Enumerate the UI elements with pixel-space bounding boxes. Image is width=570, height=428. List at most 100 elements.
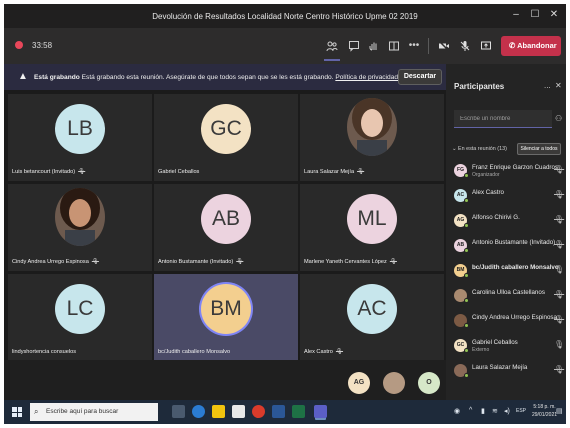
video-tile[interactable]: Cindy Andrea Urrego Espinosa 🎙︎ (8, 184, 152, 271)
taskbar-search[interactable]: ⌕ Escribe aquí para buscar (30, 403, 158, 421)
participant-row[interactable]: GC Gabriel Ceballos Externo 🎙︎ (446, 335, 566, 357)
warning-icon: ▲ (18, 71, 28, 82)
mic-muted-icon[interactable]: 🎙︎ (554, 315, 564, 324)
panel-more-icon[interactable]: ... (544, 81, 551, 90)
taskbar-time: 5:18 p. m. (533, 404, 556, 410)
participant-photo (55, 188, 105, 247)
participant-name: Alfonso Chirivi G. (472, 214, 520, 221)
leave-button[interactable]: ✆ Abandonar (501, 36, 561, 56)
presence-status (464, 273, 469, 278)
taskbar-clock[interactable]: 5:18 p. m. 29/01/2021 (532, 403, 557, 419)
camera-off-icon[interactable] (438, 40, 450, 52)
overflow-avatar[interactable]: O (418, 372, 440, 394)
presence-status (464, 198, 469, 203)
overflow-avatar[interactable] (383, 372, 405, 394)
maximize-button[interactable]: ☐ (529, 9, 541, 21)
video-tile[interactable]: GC Gabriel Ceballos (154, 94, 298, 181)
banner-bold: Está grabando (34, 74, 80, 81)
chevron-up-icon[interactable]: ^ (469, 407, 472, 414)
participant-name: Antonio Bustamante (Invitado) (472, 239, 556, 246)
language-indicator[interactable]: ESP (516, 408, 526, 414)
dismiss-button[interactable]: Descartar (398, 69, 442, 85)
active-tab-indicator (324, 59, 340, 61)
participant-row[interactable]: Carolina Ulloa Castellanos 🎙︎ (446, 285, 566, 307)
tile-name-label: bc/Judith caballero Monsalvo (158, 349, 231, 355)
participant-row[interactable]: AC Alex Castro 🎙︎ (446, 185, 566, 207)
presence-status (464, 298, 469, 303)
window-title: Devolución de Resultados Localidad Norte… (152, 12, 418, 21)
tile-name-label: Cindy Andrea Urrego Espinosa (12, 259, 89, 265)
mic-muted-icon[interactable]: 🎙︎ (554, 190, 564, 199)
task-view-icon[interactable] (172, 405, 185, 418)
participant-search-input[interactable] (454, 110, 552, 128)
video-tile[interactable]: BM bc/Judith caballero Monsalvo (154, 274, 298, 361)
chrome-icon[interactable] (252, 405, 265, 418)
volume-icon[interactable]: ◂) (504, 407, 510, 415)
video-tile[interactable]: LB Luis betancourt (Invitado) 🎙︎ (8, 94, 152, 181)
video-tile[interactable]: LC lindyshortencia consuelos (8, 274, 152, 361)
word-icon[interactable] (272, 405, 285, 418)
participant-row[interactable]: Cindy Andrea Urrego Espinosa 🎙︎ (446, 310, 566, 332)
notifications-icon[interactable]: ▤ (556, 407, 563, 415)
file-explorer-icon[interactable] (212, 405, 225, 418)
mic-icon[interactable]: 🎙︎ (554, 265, 564, 274)
taskbar-search-text: Escribe aquí para buscar (46, 408, 119, 415)
video-tile[interactable]: ML Marlene Yaneth Cervantes López 🎙︎ (300, 184, 444, 271)
share-screen-icon[interactable] (480, 40, 492, 52)
tile-name: Marlene Yaneth Cervantes López 🎙︎ (304, 259, 397, 265)
participant-row[interactable]: AG Alfonso Chirivi G. 🎙︎ (446, 210, 566, 232)
close-button[interactable]: ✕ (548, 9, 560, 21)
tile-name-label: Alex Castro (304, 349, 333, 355)
video-tile[interactable]: Laura Salazar Mejía 🎙︎ (300, 94, 444, 181)
tile-name: Alex Castro 🎙︎ (304, 349, 343, 355)
participant-avatar: GC (201, 103, 251, 154)
privacy-link[interactable]: Política de privacidad (335, 74, 398, 81)
minimize-button[interactable]: – (510, 9, 522, 21)
mute-all-button[interactable]: Silenciar a todos (517, 143, 561, 155)
add-participant-icon[interactable]: ⚇ (555, 114, 562, 123)
chat-icon[interactable] (348, 40, 360, 52)
title-bar: Devolución de Resultados Localidad Norte… (4, 4, 566, 28)
participants-panel: Participantes ... ✕ ⚇ ⌄ En esta reunión … (446, 64, 566, 400)
participant-photo (347, 98, 397, 157)
mic-muted-icon: 🎙︎ (357, 169, 365, 175)
edge-icon[interactable] (192, 405, 205, 418)
windows-start-icon[interactable] (12, 407, 22, 417)
raise-hand-icon[interactable] (368, 40, 380, 52)
participant-row[interactable]: FG Franz Enrique Garzon Cuadros Organizado… (446, 160, 566, 182)
mic-muted-icon[interactable]: 🎙︎ (554, 215, 564, 224)
search-icon: ⌕ (34, 407, 39, 416)
video-tile[interactable]: AB Antonio Bustamante (Invitado) 🎙︎ (154, 184, 298, 271)
participant-name: Cindy Andrea Urrego Espinosa (472, 314, 557, 321)
participant-avatar: AB (201, 193, 251, 244)
panel-close-icon[interactable]: ✕ (555, 81, 562, 90)
tile-name: lindyshortencia consuelos (12, 349, 76, 355)
breakout-rooms-icon[interactable] (388, 40, 400, 52)
tile-name-label: Marlene Yaneth Cervantes López (304, 259, 387, 265)
phone-icon: ✆ (509, 41, 518, 50)
mic-muted-icon: 🎙︎ (78, 169, 86, 175)
participants-icon[interactable] (326, 40, 338, 52)
in-meeting-section[interactable]: ⌄ En esta reunión (13) (452, 146, 507, 152)
meeting-toolbar: 33:58 ••• ✆ Abandonar (4, 28, 566, 64)
mic-icon[interactable]: 🎙︎ (554, 340, 564, 349)
presence-status (464, 173, 469, 178)
overflow-avatar[interactable]: AG (348, 372, 370, 394)
wifi-icon[interactable]: ≋ (492, 407, 498, 415)
tile-name: Laura Salazar Mejía 🎙︎ (304, 169, 364, 175)
mic-muted-icon[interactable]: 🎙︎ (554, 240, 564, 249)
teams-icon[interactable] (314, 405, 327, 418)
mic-off-icon[interactable] (459, 40, 471, 52)
battery-icon[interactable]: ▮ (481, 407, 485, 415)
participant-row[interactable]: Laura Salazar Mejía 🎙︎ (446, 360, 566, 382)
mic-muted-icon[interactable]: 🎙︎ (554, 165, 564, 174)
video-tile[interactable]: AC Alex Castro 🎙︎ (300, 274, 444, 361)
more-actions-icon[interactable]: ••• (408, 40, 420, 52)
participant-row[interactable]: AB Antonio Bustamante (Invitado) 🎙︎ (446, 235, 566, 257)
mic-muted-icon[interactable]: 🎙︎ (554, 290, 564, 299)
participant-row[interactable]: BM bc/Judith caballero Monsalvo 🎙︎ (446, 260, 566, 282)
store-icon[interactable] (232, 405, 245, 418)
mic-muted-icon[interactable]: 🎙︎ (554, 365, 564, 374)
network-icon[interactable]: ◉ (454, 407, 460, 415)
excel-icon[interactable] (292, 405, 305, 418)
